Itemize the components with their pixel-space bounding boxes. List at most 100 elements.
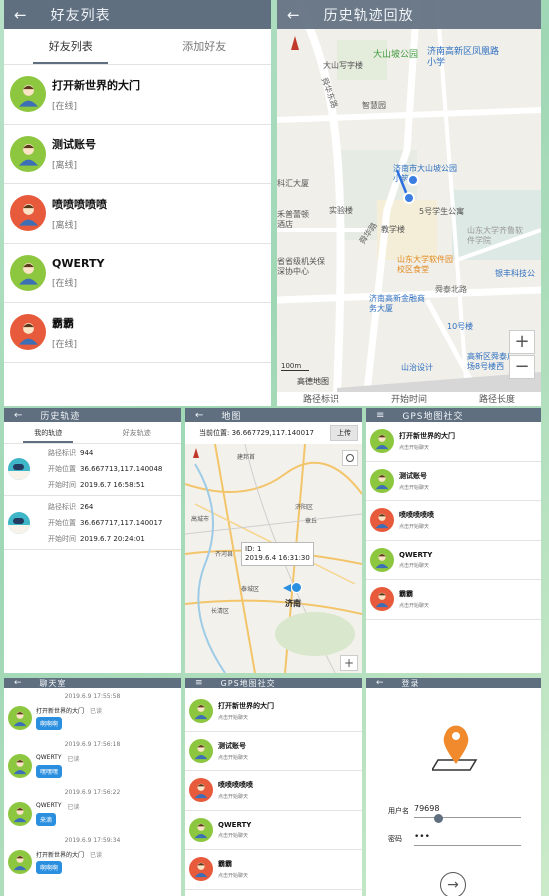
friend-item[interactable]: 测试账号 点击开始聊天 — [366, 462, 541, 501]
friend-hint: 点击开始聊天 — [218, 832, 249, 839]
friend-status: [离线] — [52, 161, 78, 172]
track-tabs: 我的轨迹 好友轨迹 — [4, 422, 181, 444]
tab-friend-list[interactable]: 好友列表 — [4, 29, 138, 64]
location-pin-icon[interactable] — [291, 582, 302, 593]
page-title: GPS地图社交 — [220, 678, 276, 688]
avatar-icon — [10, 195, 46, 232]
menu-icon[interactable]: ≡ — [366, 410, 394, 421]
map-label-design: 山治设计 — [401, 363, 433, 372]
track-item[interactable]: 路径标识 944 开始位置 36.667713,117.140048 开始时间 2019.… — [4, 446, 181, 496]
message-meta: QWERTY 已读 — [36, 754, 80, 763]
friend-item[interactable]: 霸霸 [在线] — [4, 303, 271, 363]
person-icon — [375, 434, 389, 450]
track-icon — [8, 458, 30, 480]
chat-header: ← 聊天室 — [4, 678, 181, 688]
friend-item[interactable]: 打开新世界的大门 点击开始聊天 — [185, 692, 362, 732]
track-list: 路径标识 944 开始位置 36.667713,117.140048 开始时间 2019.… — [4, 446, 181, 554]
message-meta: 打开新世界的大门 已读 — [36, 850, 102, 859]
zoom-out-button[interactable]: − — [509, 355, 535, 379]
message-bubble[interactable]: 嘿嘿嘿 — [36, 765, 63, 778]
back-button[interactable]: ← — [4, 410, 32, 421]
tab-my-tracks[interactable]: 我的轨迹 — [4, 422, 93, 443]
avatar-icon — [10, 76, 46, 113]
friend-name: 测试账号 — [399, 471, 427, 480]
back-button[interactable]: ← — [366, 678, 394, 688]
friend-status: [在线] — [52, 101, 78, 112]
friend-item[interactable]: QWERTY 点击开始聊天 — [366, 541, 541, 580]
track-field-value: 36.667713,117.140048 — [80, 465, 163, 473]
map-panel: ← 地图 当前位置: 36.667729,117.140017 上传 建邦首 高… — [185, 408, 362, 673]
city-map[interactable]: 建邦首 高城市 齐河县 济阳区 章丘 泰城区 长清区 ID: 1 2019.6.… — [185, 444, 362, 673]
map-label-school: 济南高新区凤凰路小学 — [427, 47, 500, 68]
map-pin-logo-icon — [432, 725, 478, 771]
tab-add-friend[interactable]: 添加好友 — [138, 29, 272, 64]
message-bubble[interactable]: 啊啊啊 — [36, 717, 63, 730]
friend-text: 霸霸 点击开始聊天 — [218, 859, 248, 879]
locate-button[interactable] — [342, 450, 358, 466]
friend-item[interactable]: 霸霸 点击开始聊天 — [366, 580, 541, 620]
friend-text: QWERTY 点击开始聊天 — [218, 821, 251, 839]
zoom-in-button[interactable]: + — [340, 655, 358, 671]
message-bubble[interactable]: 啊啊啊 — [36, 861, 63, 874]
track-field-row: 路径标识 944 — [36, 446, 93, 460]
person-icon — [194, 783, 208, 799]
username-label: 用户名 — [388, 807, 409, 815]
person-icon — [18, 84, 38, 107]
avatar-icon — [189, 817, 213, 842]
friend-text: 测试账号 点击开始聊天 — [218, 741, 248, 761]
login-submit-button[interactable]: → — [440, 872, 466, 896]
back-button[interactable]: ← — [277, 6, 310, 24]
tab-friend-tracks[interactable]: 好友轨迹 — [93, 422, 182, 443]
friend-item[interactable]: 打开新世界的大门 [在线] — [4, 65, 271, 125]
friend-status: [在线] — [52, 278, 78, 289]
friend-item[interactable]: 喷喷喷喷喷 [离线] — [4, 184, 271, 244]
menu-icon[interactable]: ≡ — [185, 678, 213, 688]
compass-icon — [193, 448, 199, 458]
track-start-marker-icon[interactable] — [407, 174, 419, 186]
marker-popup: ID: 1 2019.6.4 16:31:30 — [241, 542, 314, 566]
friend-hint: 点击开始聊天 — [399, 562, 430, 569]
friend-item[interactable]: 测试账号 [离线] — [4, 125, 271, 184]
history-map[interactable]: 大山坡公园 济南高新区凤凰路小学 大山写字楼 舜华东路 智慧园 科汇大厦 济南市… — [277, 0, 541, 392]
track-item[interactable]: 路径标识 264 开始位置 36.667717,117.140017 开始时间 2019.… — [4, 500, 181, 550]
password-input[interactable]: ••• — [414, 832, 521, 846]
friend-item[interactable]: 喷喷喷喷喷 点击开始聊天 — [366, 501, 541, 541]
person-icon — [375, 592, 389, 608]
username-row: 用户名 79698 — [388, 802, 521, 820]
message-meta: 打开新世界的大门 已读 — [36, 706, 102, 715]
avatar-icon — [10, 314, 46, 351]
friend-item[interactable]: 霸霸 点击开始聊天 — [185, 850, 362, 890]
track-end-marker-icon[interactable] — [403, 192, 415, 204]
friend-item[interactable]: QWERTY 点击开始聊天 — [185, 811, 362, 850]
friend-item[interactable]: 喷喷喷喷喷 点击开始聊天 — [185, 771, 362, 811]
username-input[interactable]: 79698 — [414, 804, 521, 818]
friend-text: QWERTY [在线] — [52, 257, 104, 289]
read-status: 已读 — [90, 852, 103, 859]
start-time-column: 开始时间 — [390, 395, 427, 405]
upload-button[interactable]: 上传 — [330, 425, 358, 441]
back-button[interactable]: ← — [185, 410, 213, 421]
login-panel: ← 登录 用户名 79698 密码 ••• → — [366, 678, 541, 896]
friend-hint: 点击开始聊天 — [218, 754, 249, 761]
message-time: 2019.6.9 17:55:58 — [64, 693, 121, 700]
zoom-in-button[interactable]: + — [509, 330, 535, 354]
back-button[interactable]: ← — [4, 678, 32, 688]
map-label-canteen: 山东大学软件园校区食堂 — [397, 255, 453, 274]
back-button[interactable]: ← — [4, 6, 37, 24]
friends-header: ← 好友列表 — [4, 0, 271, 29]
history-map-panel: 大山坡公园 济南高新区凤凰路小学 大山写字楼 舜华东路 智慧园 科汇大厦 济南市… — [277, 0, 541, 406]
friend-item[interactable]: 打开新世界的大门 点击开始聊天 — [366, 422, 541, 462]
track-field-value: 944 — [80, 449, 94, 457]
friend-item[interactable]: 测试账号 点击开始聊天 — [185, 732, 362, 771]
map-label-campus: 山东大学齐鲁软件学院 — [467, 226, 523, 245]
chat-panel: ← 聊天室 2019.6.9 17:55:58 打开新世界的大门 已读 啊啊啊 2019… — [4, 678, 181, 896]
chat-message: 2019.6.9 17:55:58 打开新世界的大门 已读啊啊啊 — [4, 692, 181, 740]
avatar-icon — [10, 135, 46, 172]
friend-item[interactable]: QWERTY [在线] — [4, 244, 271, 303]
page-title: 聊天室 — [39, 678, 67, 688]
friend-name: 霸霸 — [399, 590, 413, 599]
avatar-icon — [8, 754, 32, 778]
friend-name: 测试账号 — [52, 138, 96, 152]
friend-name: 打开新世界的大门 — [52, 78, 140, 92]
message-bubble[interactable]: 来滴 — [36, 813, 57, 826]
